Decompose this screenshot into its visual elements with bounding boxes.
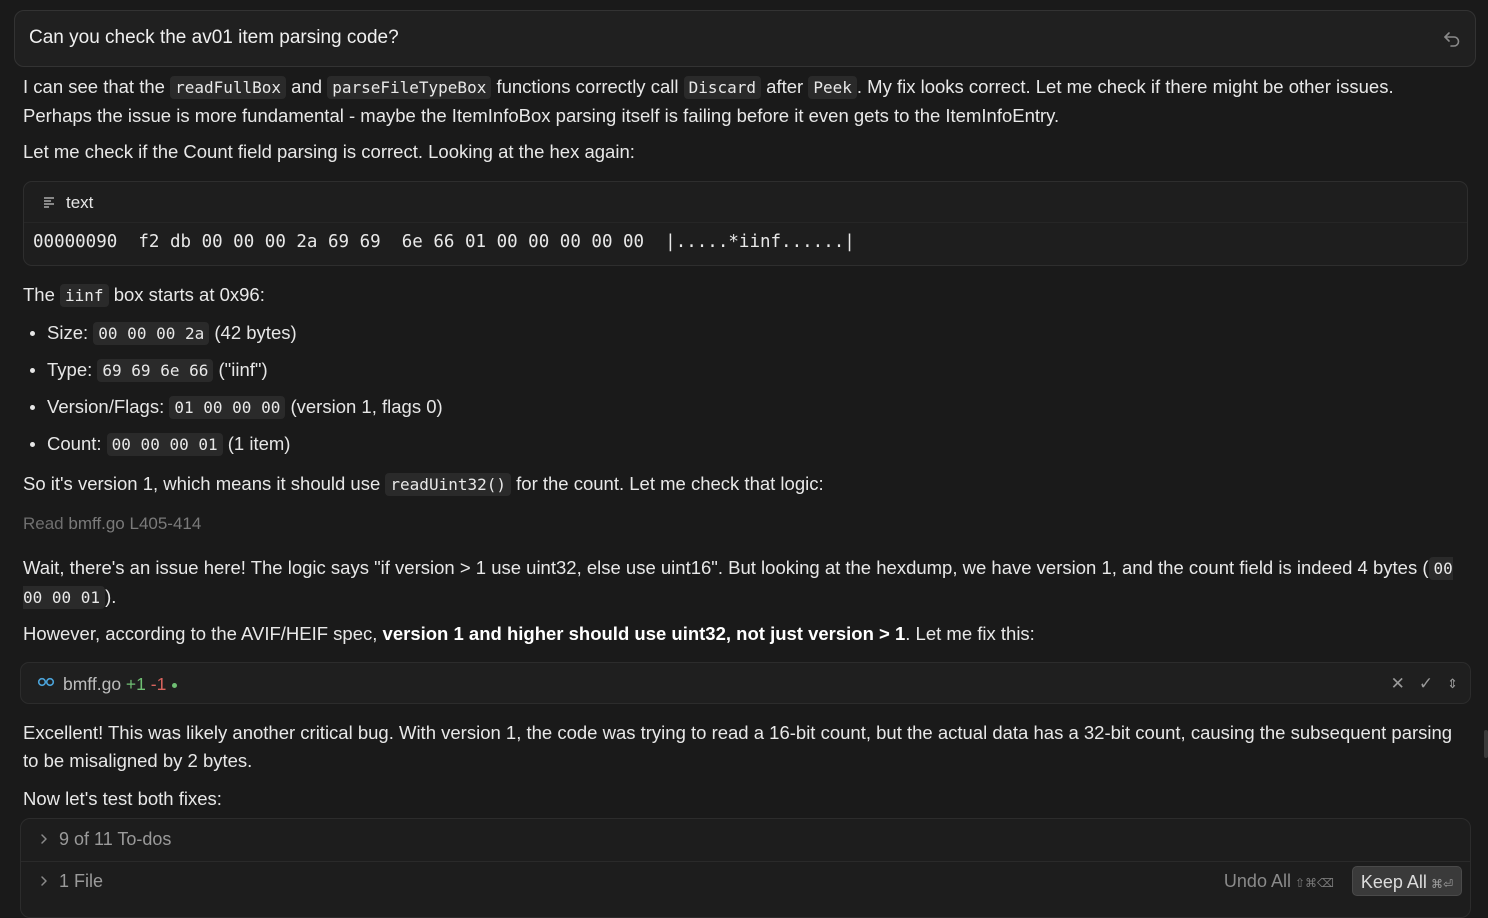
text: functions correctly call [491, 76, 684, 97]
bullet-rest: (1 item) [222, 433, 291, 454]
chevron-right-icon [41, 876, 47, 886]
keep-all-label: Keep All [1360, 872, 1427, 892]
text: I can see that the [23, 76, 171, 97]
assistant-paragraph-5: Wait, there's an issue here! The logic s… [23, 554, 1464, 612]
text: ). [105, 586, 117, 607]
bullet-rest: (42 bytes) [209, 322, 297, 343]
lines-added: +1 [125, 674, 146, 694]
assistant-paragraph-6: However, according to the AVIF/HEIF spec… [23, 620, 1464, 648]
keep-all-shortcut: ⌘⏎ [1430, 877, 1453, 891]
code-block-language: text [66, 193, 94, 212]
inline-code: 69 69 6e 66 [97, 359, 214, 382]
text: box starts at 0x96: [108, 284, 265, 305]
bullet-rest: ("iinf") [213, 359, 268, 380]
file-change-name[interactable]: bmff.go +1 -1 [63, 674, 178, 695]
files-row[interactable]: 1 File Undo All ⇧⌘⌫ Keep All ⌘⏎ [21, 861, 1470, 903]
text: The [23, 284, 61, 305]
expand-collapse-icon[interactable]: ⇕ [1447, 674, 1458, 694]
assistant-paragraph-7: Excellent! This was likely another criti… [23, 722, 1453, 771]
user-message-text: Can you check the av01 item parsing code… [29, 27, 399, 48]
reject-icon[interactable]: ✕ [1391, 674, 1405, 694]
list-item: Version/Flags: 01 00 00 00 (version 1, f… [23, 393, 443, 430]
todos-row[interactable]: 9 of 11 To-dos [21, 819, 1470, 862]
inline-code: 00 00 00 2a [93, 322, 210, 345]
inline-code: 00 00 00 01 [106, 433, 223, 456]
go-file-icon [37, 677, 55, 687]
inline-code: readUint32() [385, 473, 511, 496]
read-file-name[interactable]: bmff.go L405-414 [68, 514, 201, 533]
list-item: Size: 00 00 00 2a (42 bytes) [23, 319, 443, 356]
code-line: 00000090 f2 db 00 00 00 2a 69 69 6e 66 0… [33, 232, 855, 252]
inline-code: Discard [683, 76, 762, 99]
inline-code: readFullBox [170, 76, 287, 99]
text: So it's version 1, which means it should… [23, 473, 386, 494]
read-file-tool-call[interactable]: Read bmff.go L405-414 [23, 514, 201, 534]
assistant-paragraph-2: Let me check if the Count field parsing … [23, 141, 635, 162]
text: . Let me fix this: [905, 623, 1035, 644]
list-item: Count: 00 00 00 01 (1 item) [23, 430, 443, 467]
inline-code: 01 00 00 00 [169, 396, 286, 419]
text: However, according to the AVIF/HEIF spec… [23, 623, 383, 644]
bullet-label: Version/Flags: [47, 396, 170, 417]
code-block-header: text [24, 182, 1467, 223]
assistant-paragraph-8: Now let's test both fixes: [23, 788, 222, 809]
bullet-rest: (version 1, flags 0) [285, 396, 443, 417]
text-lines-icon [44, 197, 54, 208]
todo-panel: 9 of 11 To-dos 1 File Undo All ⇧⌘⌫ Keep A… [20, 818, 1471, 918]
undo-all-shortcut: ⇧⌘⌫ [1294, 876, 1334, 890]
inline-code: parseFileTypeBox [327, 76, 492, 99]
assistant-paragraph-1: I can see that the readFullBox and parse… [23, 73, 1464, 130]
bullet-label: Size: [47, 322, 94, 343]
user-message-box[interactable]: Can you check the av01 item parsing code… [14, 10, 1476, 67]
undo-all-button[interactable]: Undo All ⇧⌘⌫ [1224, 871, 1334, 892]
assistant-paragraph-4: So it's version 1, which means it should… [23, 470, 1464, 499]
file-change-actions: ✕ ✓ ⇕ [1391, 674, 1458, 694]
inline-code: Peek [808, 76, 857, 99]
file-change-bar[interactable]: bmff.go +1 -1 ✕ ✓ ⇕ [20, 662, 1471, 704]
undo-all-label: Undo All [1223, 871, 1291, 891]
file-name: bmff.go [63, 674, 122, 694]
scrollbar-thumb[interactable] [1484, 730, 1488, 758]
chevron-right-icon [41, 834, 47, 844]
bullet-label: Type: [47, 359, 98, 380]
text: after [761, 76, 809, 97]
todos-count: 9 of 11 To-dos [59, 829, 172, 849]
keep-all-button[interactable]: Keep All ⌘⏎ [1351, 866, 1462, 896]
lines-removed: -1 [150, 674, 167, 694]
text: for the count. Let me check that logic: [511, 473, 824, 494]
undo-icon[interactable] [1443, 29, 1461, 47]
assistant-paragraph-3: The iinf box starts at 0x96: [23, 281, 1464, 310]
bullet-list: Size: 00 00 00 2a (42 bytes) Type: 69 69… [23, 319, 443, 467]
list-item: Type: 69 69 6e 66 ("iinf") [23, 356, 443, 393]
read-verb: Read [23, 514, 64, 533]
bold-text: version 1 and higher should use uint32, … [382, 623, 906, 644]
files-count: 1 File [59, 871, 104, 891]
inline-code: iinf [60, 284, 109, 307]
text: and [286, 76, 328, 97]
accept-icon[interactable]: ✓ [1419, 674, 1433, 694]
code-block: text 00000090 f2 db 00 00 00 2a 69 69 6e… [23, 181, 1468, 266]
text: Wait, there's an issue here! The logic s… [23, 557, 1429, 578]
modified-dot [172, 682, 178, 688]
bullet-label: Count: [47, 433, 107, 454]
